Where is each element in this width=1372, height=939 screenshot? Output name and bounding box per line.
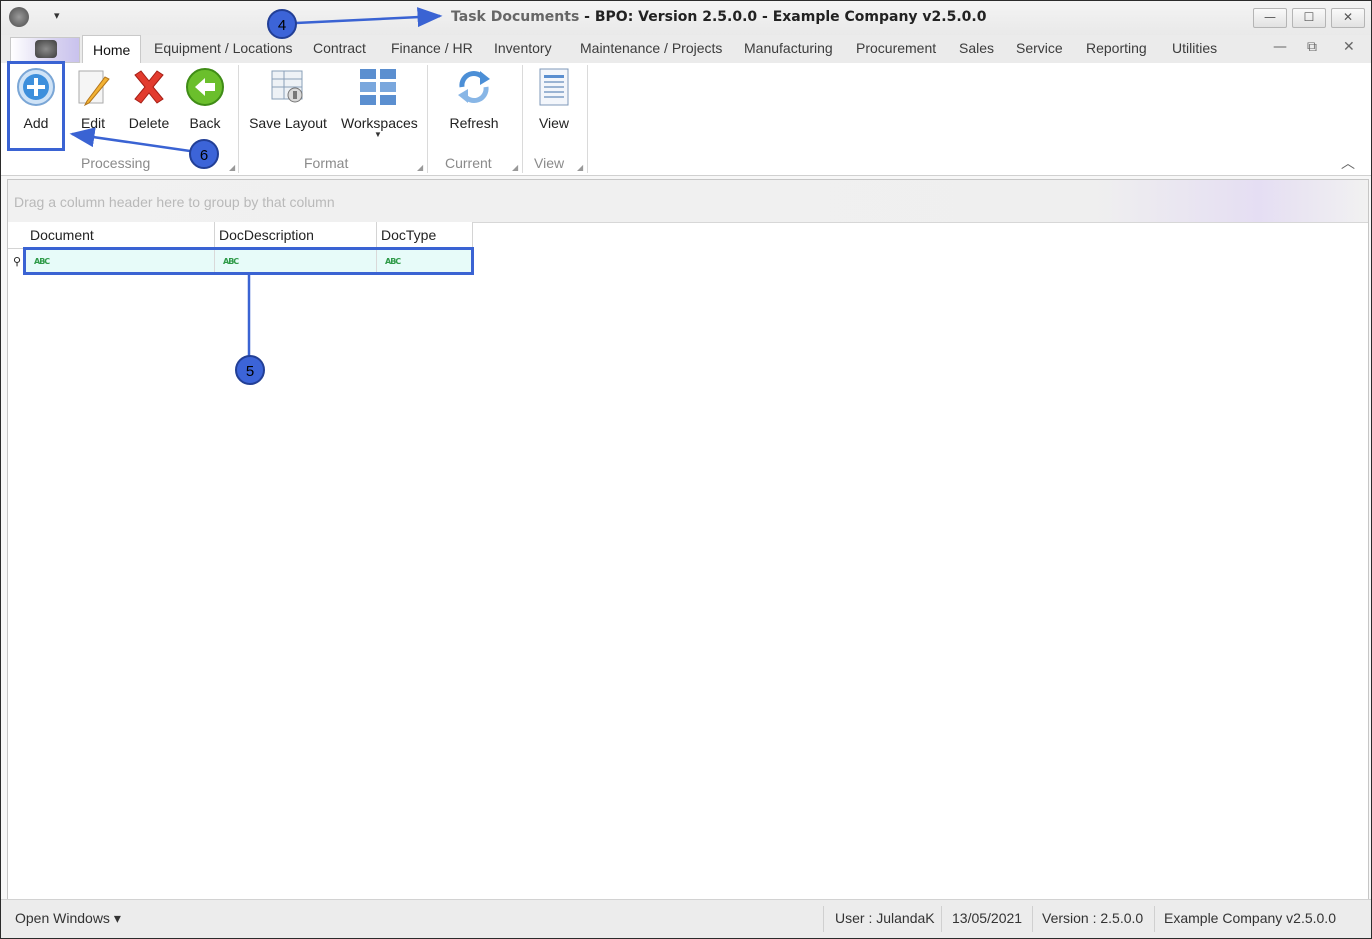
tab-inventory[interactable]: Inventory — [494, 40, 552, 56]
back-label: Back — [189, 115, 221, 131]
ribbon-tab-row: Home Equipment / Locations Contract Fina… — [1, 35, 1371, 64]
window-title: Task Documents - BPO: Version 2.5.0.0 - … — [451, 9, 986, 25]
edit-button[interactable]: Edit — [71, 67, 115, 131]
back-button[interactable]: Back — [183, 67, 227, 131]
status-separator — [941, 906, 942, 932]
mdi-restore-button[interactable]: ⧉ — [1307, 39, 1317, 55]
mdi-close-button[interactable]: ✕ — [1343, 39, 1355, 55]
group-label-current: Current — [445, 155, 492, 171]
save-layout-button[interactable]: Save Layout — [247, 67, 329, 131]
tab-contract[interactable]: Contract — [313, 40, 366, 56]
refresh-button[interactable]: Refresh — [447, 67, 501, 131]
group-panel-hint: Drag a column header here to group by th… — [14, 194, 335, 210]
tab-equipment-locations[interactable]: Equipment / Locations — [154, 40, 293, 56]
view-launcher-icon[interactable]: ◢ — [577, 163, 583, 172]
delete-button[interactable]: Delete — [125, 67, 173, 131]
status-date: 13/05/2021 — [952, 910, 1023, 926]
highlight-add-button — [7, 61, 65, 151]
view-document-icon — [534, 67, 574, 107]
tab-manufacturing[interactable]: Manufacturing — [744, 40, 833, 56]
maximize-button[interactable]: ☐ — [1292, 8, 1326, 28]
edit-pencil-icon — [73, 67, 113, 107]
delete-x-icon — [129, 67, 169, 107]
tab-reporting[interactable]: Reporting — [1086, 40, 1147, 56]
save-layout-label: Save Layout — [249, 115, 327, 131]
workspaces-dropdown-icon: ▼ — [374, 130, 382, 139]
status-company: Example Company v2.5.0.0 — [1164, 910, 1336, 926]
open-windows-dropdown[interactable]: Open Windows ▾ — [15, 910, 121, 927]
close-button[interactable]: ✕ — [1331, 8, 1365, 28]
minimize-button[interactable]: — — [1253, 8, 1287, 28]
view-label: View — [538, 115, 570, 131]
status-separator — [1032, 906, 1033, 932]
tab-finance-hr[interactable]: Finance / HR — [391, 40, 473, 56]
edit-label: Edit — [80, 115, 106, 131]
view-button[interactable]: View — [533, 67, 575, 131]
workspaces-button[interactable]: Workspaces ▼ — [341, 67, 418, 139]
tab-utilities[interactable]: Utilities — [1172, 40, 1217, 56]
group-by-panel[interactable]: Drag a column header here to group by th… — [8, 180, 1368, 223]
application-menu-button[interactable] — [10, 37, 80, 63]
workspaces-label: Workspaces — [341, 115, 418, 131]
tab-maintenance-projects[interactable]: Maintenance / Projects — [580, 40, 722, 56]
save-layout-icon — [268, 67, 308, 107]
group-label-processing: Processing — [81, 155, 151, 171]
quick-access-dropdown[interactable]: ▾ — [54, 9, 60, 22]
back-arrow-icon — [185, 67, 225, 107]
column-header-docdescription[interactable]: DocDescription — [215, 222, 377, 248]
title-bar: ▾ Task Documents - BPO: Version 2.5.0.0 … — [1, 1, 1371, 35]
collapse-ribbon-icon[interactable]: ︿ — [1341, 153, 1355, 173]
tab-procurement[interactable]: Procurement — [856, 40, 936, 56]
annotation-badge-5: 5 — [235, 355, 265, 385]
tab-sales[interactable]: Sales — [959, 40, 994, 56]
format-launcher-icon[interactable]: ◢ — [417, 163, 423, 172]
mdi-minimize-button[interactable]: — — [1273, 39, 1287, 55]
status-separator — [823, 906, 824, 932]
status-user: User : JulandaK — [835, 910, 935, 926]
current-launcher-icon[interactable]: ◢ — [512, 163, 518, 172]
refresh-icon — [454, 67, 494, 107]
app-logo-icon[interactable] — [9, 7, 29, 27]
status-version: Version : 2.5.0.0 — [1042, 910, 1144, 926]
refresh-label: Refresh — [449, 115, 499, 131]
group-label-view: View — [534, 155, 565, 171]
column-header-document[interactable]: Document — [26, 222, 215, 248]
annotation-badge-4: 4 — [267, 9, 297, 39]
annotation-badge-6: 6 — [189, 139, 219, 169]
window-title-app: - BPO: Version 2.5.0.0 - Example Company… — [579, 9, 987, 25]
status-bar: Open Windows ▾ User : JulandaK 13/05/202… — [1, 899, 1371, 938]
tab-home[interactable]: Home — [82, 35, 142, 64]
delete-label: Delete — [128, 115, 170, 131]
group-separator — [522, 65, 523, 173]
workspaces-grid-icon — [358, 67, 398, 107]
column-header-doctype[interactable]: DocType — [377, 222, 473, 248]
app-menu-logo-icon — [35, 40, 57, 58]
tab-service[interactable]: Service — [1016, 40, 1063, 56]
processing-launcher-icon[interactable]: ◢ — [229, 163, 235, 172]
status-separator — [1154, 906, 1155, 932]
group-label-format: Format — [304, 155, 349, 171]
window-title-form: Task Documents — [451, 9, 580, 25]
row-indicator-header — [8, 222, 27, 249]
highlight-filter-row — [23, 247, 474, 275]
group-separator — [427, 65, 428, 173]
documents-grid: Drag a column header here to group by th… — [7, 179, 1369, 901]
group-separator — [587, 65, 588, 173]
group-separator — [238, 65, 239, 173]
